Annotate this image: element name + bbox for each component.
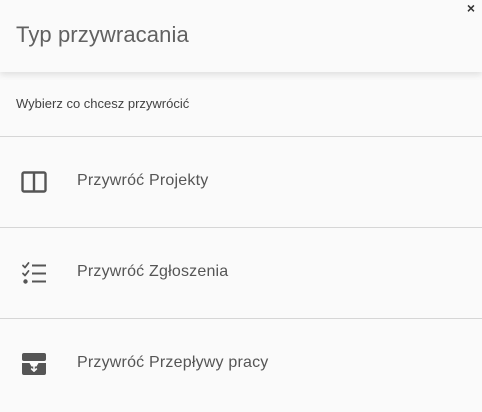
restore-issues-option[interactable]: Przywróć Zgłoszenia: [0, 228, 482, 318]
restore-workflows-option[interactable]: Przywróć Przepływy pracy: [0, 319, 482, 409]
board-columns-icon: [21, 170, 47, 194]
restore-issues-label: Przywróć Zgłoszenia: [77, 263, 229, 280]
checklist-icon: [21, 261, 47, 285]
restore-projects-label: Przywróć Projekty: [77, 172, 209, 189]
workflow-tray-icon: [21, 352, 47, 376]
dialog-subtitle: Wybierz co chcesz przywrócić: [16, 96, 190, 111]
restore-projects-option[interactable]: Przywróć Projekty: [0, 137, 482, 227]
restore-type-dialog: Typ przywracania × Wybierz co chcesz prz…: [0, 0, 482, 412]
dialog-header: Typ przywracania ×: [0, 0, 482, 72]
dialog-title: Typ przywracania: [16, 22, 189, 47]
restore-workflows-label: Przywróć Przepływy pracy: [77, 354, 269, 371]
close-icon[interactable]: ×: [464, 1, 478, 15]
